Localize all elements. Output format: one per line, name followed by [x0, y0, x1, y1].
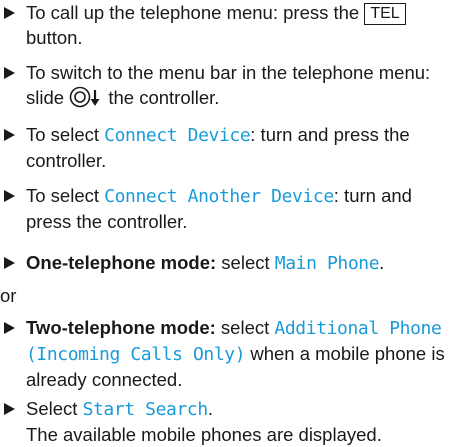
bullet-arrow-icon — [4, 322, 15, 334]
menu-item-connect-device: Connect Device — [104, 125, 251, 146]
controller-slide-down-icon — [69, 86, 100, 108]
or-separator: or — [0, 285, 17, 306]
bullet-arrow-icon — [4, 257, 15, 269]
step-select-connect-another-device: To select Connect Another Device: turn a… — [0, 183, 450, 234]
mode-label: Two-telephone mode: — [26, 317, 216, 338]
tel-key-label: TEL — [364, 3, 406, 25]
step-text: To select — [26, 185, 105, 206]
mode-label: One-telephone mode: — [26, 252, 217, 273]
step-two-telephone-mode: Two-telephone mode: select Additional Ph… — [0, 315, 450, 392]
step-text: button. — [26, 27, 83, 48]
bullet-arrow-icon — [4, 403, 15, 415]
step-text: the controller. — [103, 87, 220, 108]
step-start-search: Select Start Search. The available mobile… — [0, 396, 450, 447]
step-one-telephone-mode: One-telephone mode: select Main Phone. — [0, 250, 450, 276]
step-text: select — [216, 252, 275, 273]
step-text: . — [379, 252, 385, 273]
menu-item-main-phone: Main Phone — [274, 253, 380, 274]
bullet-arrow-icon — [4, 190, 15, 202]
step-text: . — [207, 398, 213, 419]
step-switch-menu-bar: To switch to the menu bar in the telepho… — [0, 60, 450, 110]
bullet-arrow-icon — [4, 67, 15, 79]
step-text: To select — [26, 124, 105, 145]
bullet-arrow-icon — [4, 7, 15, 19]
step-call-telephone-menu: To call up the telephone menu: press the… — [0, 0, 450, 50]
menu-item-connect-another-device: Connect Another Device — [104, 186, 334, 207]
menu-item-start-search: Start Search — [82, 399, 209, 420]
step-text: select — [215, 317, 275, 338]
step-select-connect-device: To select Connect Device: turn and press… — [0, 122, 450, 173]
bullet-arrow-icon — [4, 129, 15, 141]
step-text: Select — [26, 398, 83, 419]
step-result-text: The available mobile phones are displaye… — [26, 424, 382, 445]
step-text: To call up the telephone menu: press the — [26, 2, 365, 23]
